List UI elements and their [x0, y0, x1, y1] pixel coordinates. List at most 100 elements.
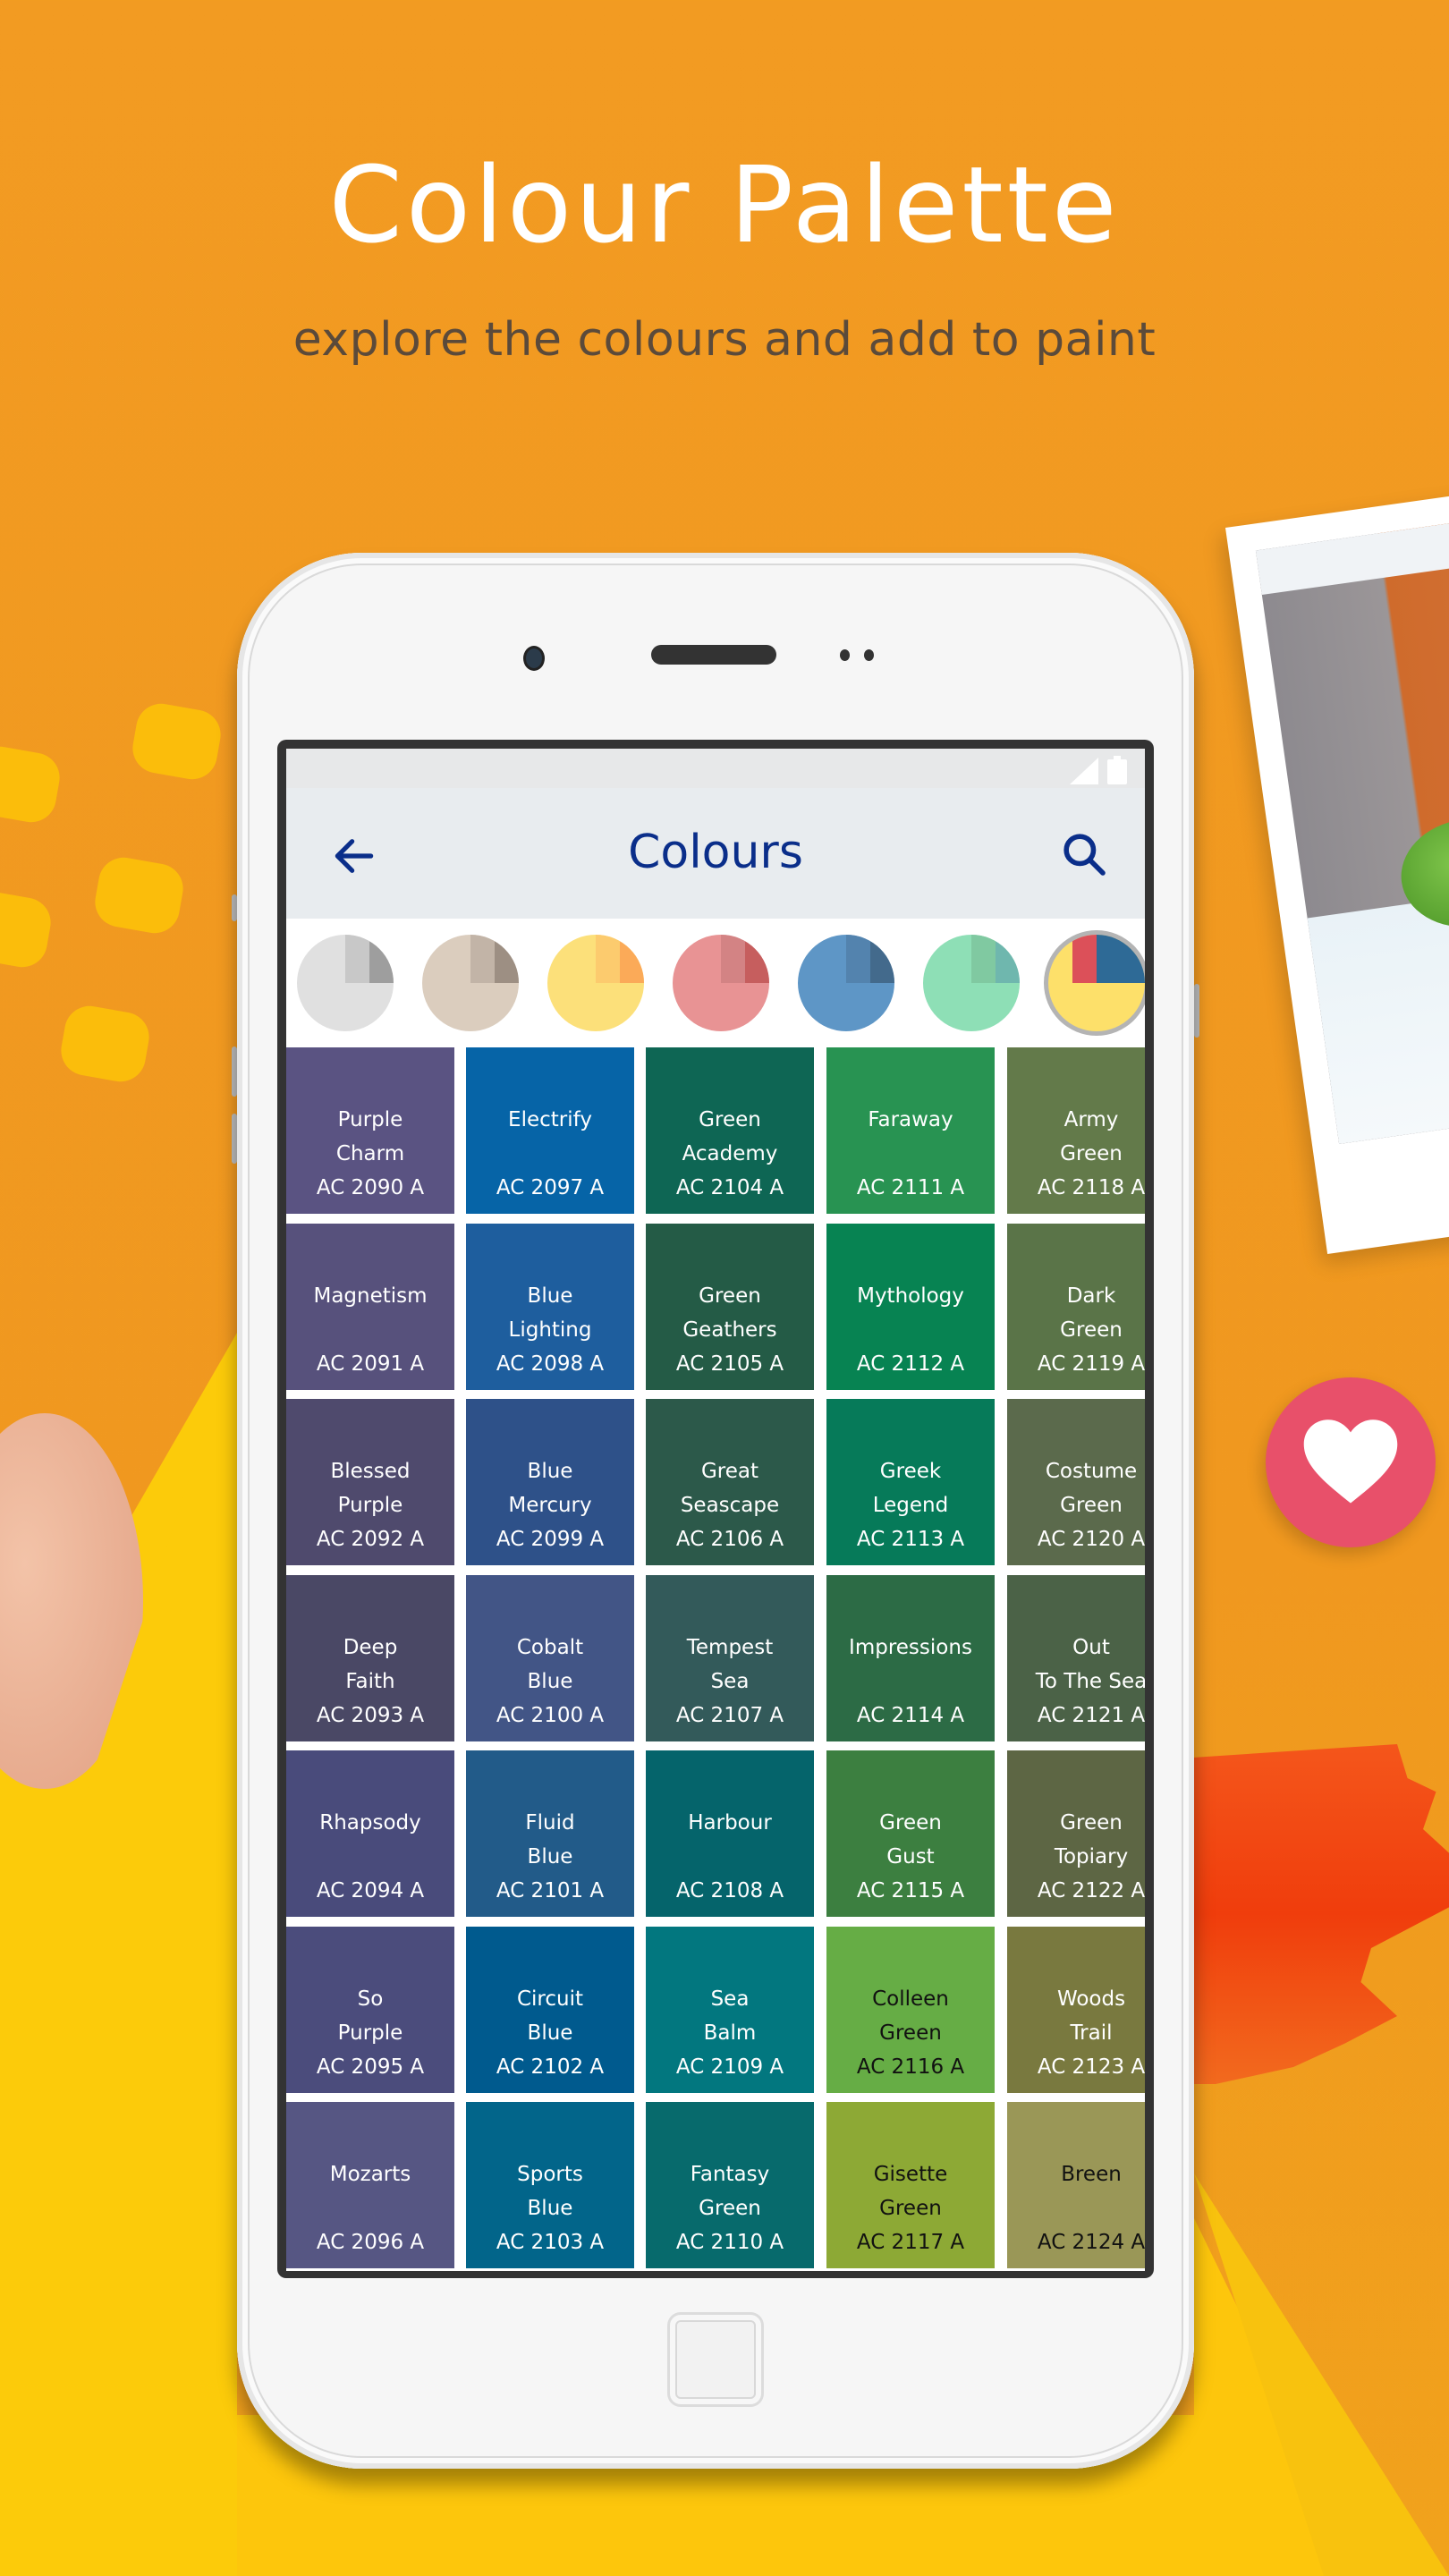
colour-family-red[interactable] [673, 935, 769, 1031]
swatch-name: Mozarts [329, 2163, 411, 2186]
family-shade-dark [745, 935, 769, 983]
swatch-code: AC 2123 A [1037, 2055, 1145, 2079]
colour-swatch[interactable]: Tempest Sea AC 2107 A [646, 1575, 814, 1741]
family-shade-light [971, 935, 996, 983]
colour-swatch[interactable]: So Purple AC 2095 A [286, 1927, 454, 2093]
home-button[interactable] [670, 2315, 761, 2404]
colour-swatch[interactable]: Cobalt Blue AC 2100 A [466, 1575, 634, 1741]
colour-swatch[interactable]: Sea Balm AC 2109 A [646, 1927, 814, 2093]
swatch-name: Green Topiary [1054, 1811, 1129, 1868]
colour-family-multi[interactable] [1048, 935, 1145, 1031]
colour-swatch[interactable]: Green Geathers AC 2105 A [646, 1224, 814, 1390]
colour-family-yellow[interactable] [547, 935, 644, 1031]
swatch-code: AC 2106 A [675, 1528, 784, 1551]
colour-swatch[interactable]: Blue Mercury AC 2099 A [466, 1399, 634, 1565]
swatch-code: AC 2118 A [1037, 1176, 1145, 1199]
family-shade-light [345, 935, 369, 983]
swatch-code: AC 2113 A [856, 1528, 965, 1551]
swatch-code: AC 2105 A [675, 1352, 784, 1376]
swatch-code: AC 2103 A [496, 2231, 605, 2254]
colour-family-grey[interactable] [297, 935, 394, 1031]
swatch-name: Sports Blue [517, 2163, 583, 2220]
colour-swatch[interactable]: Mythology AC 2112 A [826, 1224, 995, 1390]
earpiece-speaker [651, 645, 776, 665]
colour-swatch[interactable]: Magnetism AC 2091 A [286, 1224, 454, 1390]
family-shade-light [1072, 935, 1097, 983]
swatch-name: Green Academy [682, 1108, 778, 1165]
swatch-name: Breen [1061, 2163, 1122, 2186]
favorite-button[interactable] [1266, 1377, 1436, 1547]
colour-swatch[interactable]: Faraway AC 2111 A [826, 1047, 995, 1214]
swatch-code: AC 2121 A [1037, 1704, 1145, 1727]
swatch-code: AC 2112 A [856, 1352, 965, 1376]
colour-swatch[interactable]: Costume Green AC 2120 A [1007, 1399, 1145, 1565]
swatch-name: So Purple [337, 1987, 403, 2045]
colour-swatch[interactable]: Rhapsody AC 2094 A [286, 1750, 454, 1917]
colour-swatch[interactable]: Army Green AC 2118 A [1007, 1047, 1145, 1214]
swatch-name: Dark Green [1060, 1284, 1123, 1342]
colour-swatch[interactable]: Woods Trail AC 2123 A [1007, 1927, 1145, 2093]
swatch-code: AC 2108 A [675, 1879, 784, 1902]
colour-swatch[interactable]: Green Academy AC 2104 A [646, 1047, 814, 1214]
swatch-code: AC 2101 A [496, 1879, 605, 1902]
family-shade-light [721, 935, 745, 983]
colour-swatch[interactable]: Circuit Blue AC 2102 A [466, 1927, 634, 2093]
colour-swatch[interactable]: Deep Faith AC 2093 A [286, 1575, 454, 1741]
colour-swatch[interactable]: Impressions AC 2114 A [826, 1575, 995, 1741]
swatch-code: AC 2110 A [675, 2231, 784, 2254]
colour-family-green[interactable] [923, 935, 1020, 1031]
swatch-name: Fluid Blue [525, 1811, 575, 1868]
swatch-code: AC 2116 A [856, 2055, 965, 2079]
swatch-code: AC 2104 A [675, 1176, 784, 1199]
family-shade-light [470, 935, 495, 983]
swatch-name: Green Geathers [682, 1284, 777, 1342]
swatch-code: AC 2094 A [316, 1879, 425, 1902]
swatch-code: AC 2091 A [316, 1352, 425, 1376]
colour-family-beige[interactable] [422, 935, 519, 1031]
app-screen: Colours Purple Charm AC 2090 A Electrify AC… [286, 749, 1145, 2271]
hero-subtitle: explore the colours and add to paint [292, 313, 1157, 367]
colour-swatch[interactable]: Breen AC 2124 A [1007, 2102, 1145, 2268]
swatch-name: Blue Mercury [508, 1460, 592, 1517]
colour-swatch[interactable]: Mozarts AC 2096 A [286, 2102, 454, 2268]
swatch-name: Greek Legend [872, 1460, 949, 1517]
colour-swatch[interactable]: Fantasy Green AC 2110 A [646, 2102, 814, 2268]
colour-swatch[interactable]: Blessed Purple AC 2092 A [286, 1399, 454, 1565]
colour-swatch[interactable]: Out To The Sea AC 2121 A [1007, 1575, 1145, 1741]
swatch-code: AC 2099 A [496, 1528, 605, 1551]
swatch-code: AC 2100 A [496, 1704, 605, 1727]
swatch-name: Faraway [868, 1108, 953, 1131]
family-shade-light [846, 935, 870, 983]
colour-swatch[interactable]: Fluid Blue AC 2101 A [466, 1750, 634, 1917]
colour-swatch[interactable]: Purple Charm AC 2090 A [286, 1047, 454, 1214]
colour-swatch[interactable]: Colleen Green AC 2116 A [826, 1927, 995, 2093]
swatch-code: AC 2096 A [316, 2231, 425, 2254]
colour-family-blue[interactable] [798, 935, 894, 1031]
colour-swatch[interactable]: Green Topiary AC 2122 A [1007, 1750, 1145, 1917]
swatch-code: AC 2092 A [316, 1528, 425, 1551]
colour-swatch[interactable]: Harbour AC 2108 A [646, 1750, 814, 1917]
hero-title: Colour Palette [328, 143, 1121, 267]
swatch-code: AC 2114 A [856, 1704, 965, 1727]
swatch-code: AC 2102 A [496, 2055, 605, 2079]
colour-swatch[interactable]: Greek Legend AC 2113 A [826, 1399, 995, 1565]
swatch-name: Gisette Green [873, 2163, 948, 2220]
battery-icon [1107, 756, 1127, 784]
status-bar [286, 749, 1145, 788]
colour-swatch[interactable]: Great Seascape AC 2106 A [646, 1399, 814, 1565]
colour-swatch[interactable]: Sports Blue AC 2103 A [466, 2102, 634, 2268]
colour-swatch[interactable]: Dark Green AC 2119 A [1007, 1224, 1145, 1390]
swatch-code: AC 2107 A [675, 1704, 784, 1727]
search-button[interactable] [1059, 829, 1109, 879]
swatch-code: AC 2119 A [1037, 1352, 1145, 1376]
colour-swatch[interactable]: Green Gust AC 2115 A [826, 1750, 995, 1917]
front-camera [523, 646, 545, 671]
colour-swatch[interactable]: Gisette Green AC 2117 A [826, 2102, 995, 2268]
page-title: Colours [628, 826, 803, 879]
swatch-name: Deep Faith [343, 1636, 398, 1693]
swatch-code: AC 2122 A [1037, 1879, 1145, 1902]
colour-swatch[interactable]: Blue Lighting AC 2098 A [466, 1224, 634, 1390]
swatch-code: AC 2120 A [1037, 1528, 1145, 1551]
swatch-code: AC 2098 A [496, 1352, 605, 1376]
colour-swatch[interactable]: Electrify AC 2097 A [466, 1047, 634, 1214]
